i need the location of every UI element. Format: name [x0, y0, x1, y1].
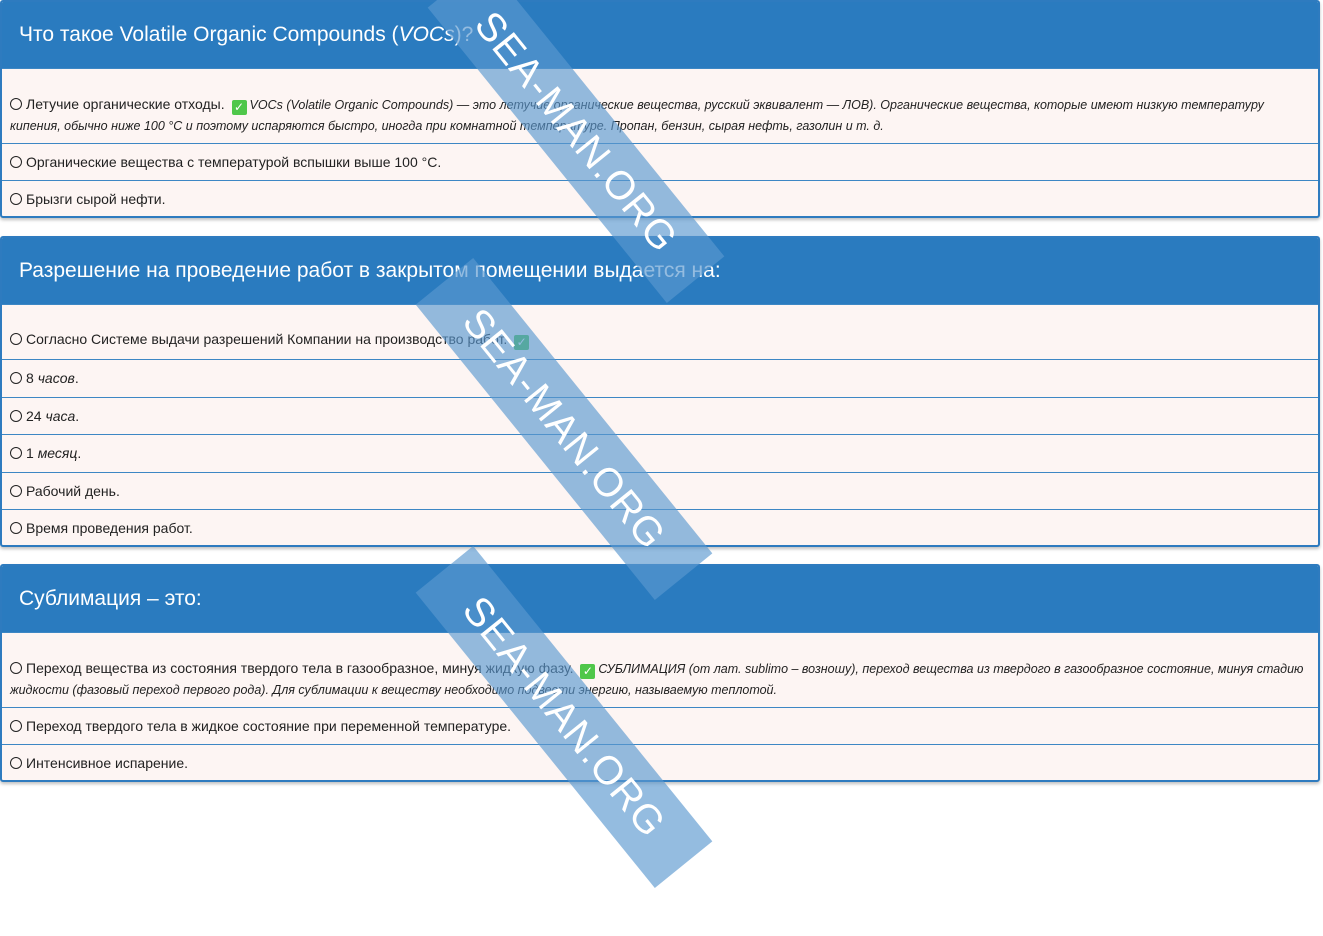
question-card-1: Что такое Volatile Organic Compounds (VO…	[0, 0, 1320, 218]
checkmark-icon: ✓	[514, 335, 530, 350]
answer-number: 8	[26, 370, 34, 386]
answer-option[interactable]: Рабочий день.	[2, 472, 1318, 509]
radio-empty-icon[interactable]	[10, 522, 22, 534]
answer-option[interactable]: Брызги сырой нефти.	[2, 180, 1318, 216]
quiz-page: Что такое Volatile Organic Compounds (VO…	[0, 0, 1323, 936]
answer-option[interactable]: 24 часа.	[2, 397, 1318, 434]
answer-text: Переход твердого тела в жидкое состояние…	[26, 718, 512, 734]
answer-tail: .	[75, 408, 80, 424]
answer-option[interactable]: Летучие органические отходы. ✓ VOCs (Vola…	[2, 68, 1318, 143]
checkmark-icon: ✓	[580, 664, 596, 679]
answer-unit: часа	[45, 408, 76, 424]
radio-empty-icon[interactable]	[10, 662, 22, 674]
radio-empty-icon[interactable]	[10, 447, 22, 459]
question-title-1: Что такое Volatile Organic Compounds (VO…	[2, 2, 1318, 68]
answer-option[interactable]: Органические вещества с температурой всп…	[2, 143, 1318, 180]
radio-empty-icon[interactable]	[10, 720, 22, 732]
radio-empty-icon[interactable]	[10, 372, 22, 384]
answer-option[interactable]: Согласно Системе выдачи разрешений Компа…	[2, 304, 1318, 359]
answer-option[interactable]: 1 месяц.	[2, 434, 1318, 472]
answer-text: Брызги сырой нефти.	[26, 191, 166, 207]
answer-option[interactable]: 8 часов.	[2, 359, 1318, 397]
radio-empty-icon[interactable]	[10, 410, 22, 422]
answer-text: Согласно Системе выдачи разрешений Компа…	[26, 331, 508, 347]
answer-tail: .	[74, 370, 79, 386]
answer-option[interactable]: Время проведения работ.	[2, 509, 1318, 545]
radio-empty-icon[interactable]	[10, 156, 22, 168]
answer-tail: .	[77, 445, 82, 461]
question-card-3: Сублимация – это: Переход вещества из со…	[0, 564, 1320, 782]
answer-text: Интенсивное испарение.	[26, 755, 189, 771]
answer-text: Рабочий день.	[26, 483, 120, 499]
answer-text: Органические вещества с температурой всп…	[26, 154, 442, 170]
answer-number: 24	[26, 408, 42, 424]
answer-number: 1	[26, 445, 34, 461]
answer-text: Переход вещества из состояния твердого т…	[26, 660, 574, 676]
answer-option[interactable]: Переход твердого тела в жидкое состояние…	[2, 707, 1318, 744]
checkmark-icon: ✓	[231, 100, 247, 115]
radio-empty-icon[interactable]	[10, 485, 22, 497]
question-title-3: Сублимация – это:	[2, 566, 1318, 632]
answer-unit: часов	[37, 370, 75, 386]
radio-empty-icon[interactable]	[10, 193, 22, 205]
answer-unit: месяц	[37, 445, 78, 461]
question-card-2: Разрешение на проведение работ в закрыто…	[0, 236, 1320, 547]
answer-text: Время проведения работ.	[26, 520, 193, 536]
radio-empty-icon[interactable]	[10, 333, 22, 345]
answer-text: Летучие органические отходы.	[26, 96, 225, 112]
radio-empty-icon[interactable]	[10, 757, 22, 769]
answer-option[interactable]: Переход вещества из состояния твердого т…	[2, 632, 1318, 707]
radio-empty-icon[interactable]	[10, 98, 22, 110]
answer-option[interactable]: Интенсивное испарение.	[2, 744, 1318, 780]
question-title-2: Разрешение на проведение работ в закрыто…	[2, 238, 1318, 304]
